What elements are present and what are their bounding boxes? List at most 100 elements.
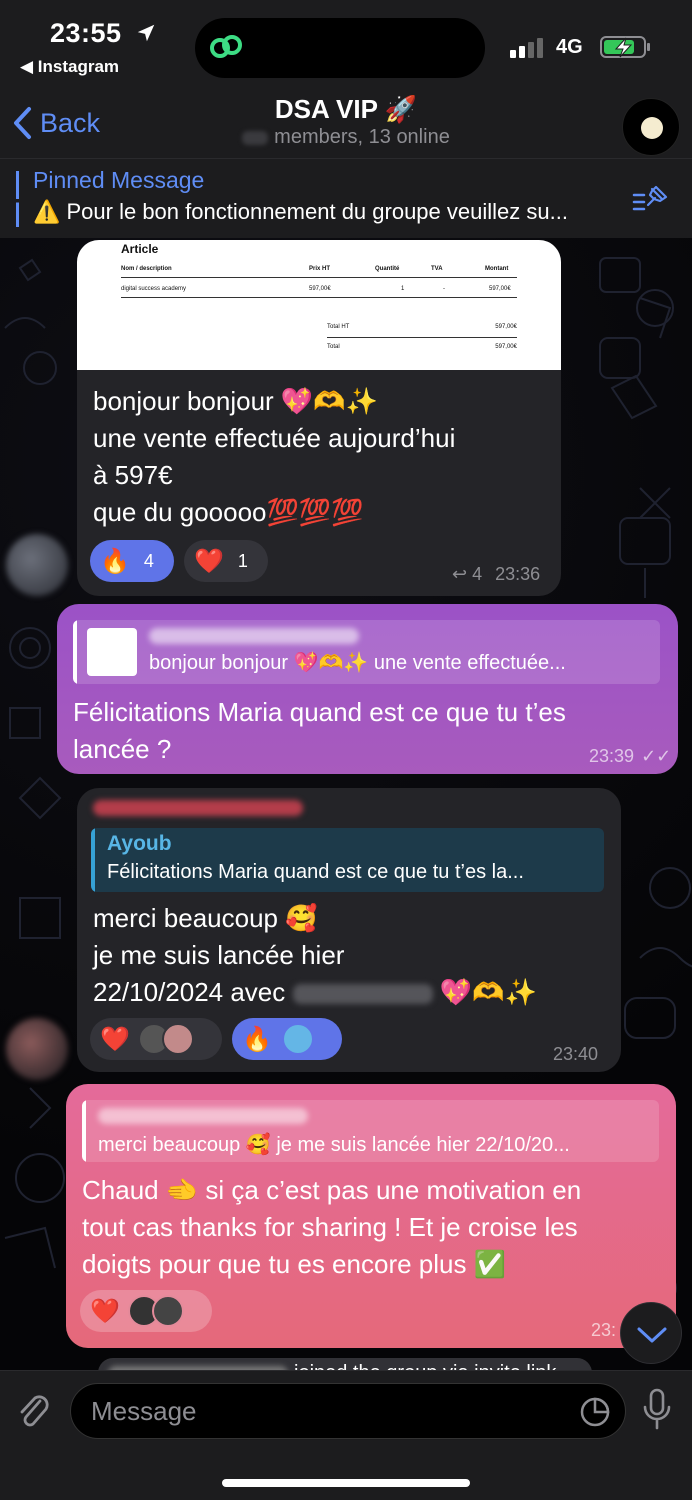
message-line: doigts pour que tu es encore plus ✅ <box>82 1249 507 1279</box>
invoice-col-qty: Quantité <box>375 266 400 272</box>
message-placeholder: Message <box>91 1396 197 1426</box>
invoice-cell-qty: 1 <box>401 286 405 292</box>
message-text-4: Chaud 🫲 si ça c’est pas une motivation e… <box>82 1172 581 1283</box>
invoice-heading: Article <box>121 242 159 256</box>
heart-icon: ❤️ <box>90 1297 120 1325</box>
message-text-2: Félicitations Maria quand est ce que tu … <box>73 694 566 768</box>
reactor-avatars <box>281 1023 314 1055</box>
reply-preview[interactable]: bonjour bonjour 💖🫶✨ une vente effectuée.… <box>73 620 660 684</box>
message-time: 23:39 <box>589 746 635 766</box>
fire-icon: 🔥 <box>242 1025 272 1053</box>
location-arrow-icon <box>137 24 155 42</box>
composer-bar: Message <box>0 1370 692 1500</box>
group-avatar[interactable] <box>622 98 680 156</box>
invoice-total-label: Total <box>327 344 340 350</box>
message-text-3: merci beaucoup 🥰 je me suis lancée hier … <box>93 900 537 1011</box>
pinned-indicator <box>16 171 19 227</box>
reaction-fire[interactable]: 🔥 <box>232 1018 342 1060</box>
reply-text: bonjour bonjour 💖🫶✨ une vente effectuée.… <box>149 652 566 674</box>
reaction-heart[interactable]: ❤️ <box>80 1290 212 1332</box>
chevron-down-icon <box>637 1327 667 1343</box>
message-line: tout cas thanks for sharing ! Et je croi… <box>82 1212 578 1242</box>
back-to-instagram[interactable]: ◀ Instagram <box>20 57 119 77</box>
reply-bar <box>73 620 77 684</box>
chat-area[interactable]: Article Nom / description Prix HT Quanti… <box>0 238 692 1370</box>
chat-subtitle: members, 13 online <box>0 126 692 149</box>
reply-preview[interactable]: Ayoub Félicitations Maria quand est ce q… <box>91 828 604 892</box>
message-line: à 597€ <box>93 460 173 490</box>
pinned-text: ⚠️ Pour le bon fonctionnement du groupe … <box>33 199 568 224</box>
threads-link-icon <box>210 35 242 58</box>
heart-icon: ❤️ <box>100 1025 130 1053</box>
message-line-text: 22/10/2024 avec <box>93 977 293 1007</box>
chat-title[interactable]: DSA VIP 🚀 <box>0 94 692 125</box>
message-line: lancée ? <box>73 734 172 764</box>
message-bubble-4[interactable]: merci beaucoup 🥰 je me suis lancée hier … <box>66 1084 676 1348</box>
message-bubble-1[interactable]: Article Nom / description Prix HT Quanti… <box>77 240 561 596</box>
invoice-image[interactable]: Article Nom / description Prix HT Quanti… <box>77 240 561 370</box>
invoice-total-ht-value: 597,00€ <box>495 324 517 330</box>
invoice-col-tva: TVA <box>431 266 443 272</box>
reply-bar <box>82 1100 86 1162</box>
reactor-avatar <box>281 1023 314 1055</box>
member-count-redacted <box>242 130 269 145</box>
forward-icon: ↩ <box>452 564 468 584</box>
reaction-heart[interactable]: ❤️ 1 <box>184 540 268 582</box>
home-indicator[interactable] <box>222 1479 470 1487</box>
invoice-cell-price: 597,00€ <box>309 286 331 292</box>
message-meta-2: 23:39 ✓✓ <box>589 746 671 767</box>
message-line: une vente effectuée aujourd’hui <box>93 423 456 453</box>
reactor-avatar <box>151 1295 184 1327</box>
heart-icon: ❤️ <box>194 547 224 575</box>
message-meta-1: ↩ 4 23:36 <box>452 564 540 585</box>
reply-thumbnail <box>87 628 137 676</box>
dynamic-island <box>195 18 485 78</box>
invoice-col-amount: Montant <box>485 266 509 272</box>
message-time: 23: <box>591 1320 617 1340</box>
reaction-count: 1 <box>237 550 248 571</box>
message-bubble-3[interactable]: Ayoub Félicitations Maria quand est ce q… <box>77 788 621 1072</box>
invoice-cell-tva: - <box>443 286 445 292</box>
reactor-avatar <box>161 1023 194 1055</box>
invoice-cell-name: digital success academy <box>121 286 187 292</box>
message-time: 23:40 <box>553 1044 599 1064</box>
reply-preview[interactable]: merci beaucoup 🥰 je me suis lancée hier … <box>82 1100 659 1162</box>
battery-charging-icon <box>600 36 650 58</box>
message-bubble-2[interactable]: bonjour bonjour 💖🫶✨ une vente effectuée.… <box>57 604 678 774</box>
invoice-cell-amount: 597,00€ <box>489 286 511 292</box>
message-line: je me suis lancée hier <box>93 940 345 970</box>
invoice-total: Total 597,00€ <box>327 344 517 356</box>
reactor-avatars <box>127 1295 184 1327</box>
sender-avatar[interactable] <box>6 534 68 596</box>
message-line: 22/10/2024 avec 💖🫶✨ <box>93 974 537 1011</box>
sender-avatar[interactable] <box>6 1018 68 1080</box>
microphone-icon[interactable] <box>640 1387 674 1431</box>
invoice-total-ht-label: Total HT <box>327 324 350 330</box>
reaction-fire[interactable]: 🔥 4 <box>90 540 174 582</box>
invoice-total-value: 597,00€ <box>495 344 517 350</box>
invoice-total-ht: Total HT 597,00€ <box>327 324 517 338</box>
service-message: joined the group via invite link <box>98 1358 592 1370</box>
brand-redacted <box>292 984 433 1005</box>
message-line: que du gooooo💯💯💯 <box>93 494 455 531</box>
reactor-avatars <box>137 1023 194 1055</box>
paperclip-icon[interactable] <box>16 1391 52 1431</box>
pinned-message-bar[interactable]: Pinned Message ⚠️ Pour le bon fonctionne… <box>0 158 692 238</box>
message-line-text: que du gooooo💯💯💯 <box>93 497 364 527</box>
network-type: 4G <box>556 36 583 58</box>
scroll-to-bottom-button[interactable] <box>620 1302 682 1364</box>
message-text-1: bonjour bonjour 💖🫶✨ une vente effectuée … <box>93 383 455 531</box>
message-time: 23:36 <box>495 564 541 584</box>
sticker-icon[interactable] <box>579 1396 611 1428</box>
message-line: merci beaucoup 🥰 <box>93 903 318 933</box>
signal-icon <box>510 38 543 58</box>
pinned-list-icon[interactable] <box>632 185 668 217</box>
invoice-row: digital success academy 597,00€ 1 - 597,… <box>121 286 517 298</box>
message-input[interactable]: Message <box>70 1383 626 1439</box>
status-bar: 23:55 ◀ Instagram 4G <box>0 0 692 92</box>
member-info: members, 13 online <box>274 126 450 148</box>
reaction-heart[interactable]: ❤️ <box>90 1018 222 1060</box>
reply-bar <box>91 828 95 892</box>
invoice-col-name: Nom / description <box>121 266 172 272</box>
message-line: bonjour bonjour 💖🫶✨ <box>93 386 379 416</box>
